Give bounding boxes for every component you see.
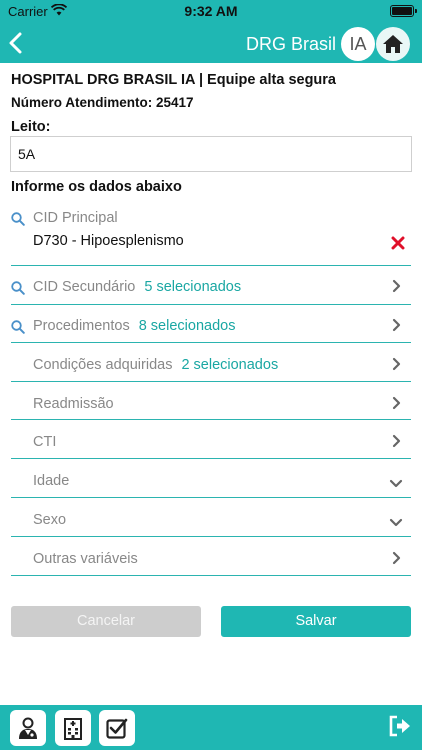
chevron-right-icon: [392, 318, 401, 337]
condicoes-label: Condições adquiridas: [33, 357, 173, 373]
chevron-down-icon: [389, 514, 403, 532]
search-icon: [11, 281, 25, 300]
cti-row[interactable]: CTI: [11, 420, 411, 459]
leito-input[interactable]: [10, 136, 412, 172]
tab-hospital[interactable]: [55, 710, 91, 746]
logout-icon: [389, 715, 410, 737]
cti-label: CTI: [33, 434, 57, 450]
form-title: Informe os dados abaixo: [11, 179, 182, 195]
chevron-right-icon: [392, 551, 401, 570]
sexo-label: Sexo: [33, 512, 67, 528]
cid-secundario-count: 5 selecionados: [144, 279, 242, 295]
cid-principal-field[interactable]: CID Principal D730 - Hipoesplenismo: [11, 205, 411, 266]
cid-secundario-label: CID Secundário: [33, 279, 136, 295]
cid-principal-value: D730 - Hipoesplenismo: [33, 233, 184, 249]
status-time: 9:32 AM: [184, 3, 238, 19]
procedimentos-count: 8 selecionados: [138, 318, 236, 334]
tab-checklist[interactable]: [99, 710, 135, 746]
outras-variaveis-row[interactable]: Outras variáveis: [11, 537, 411, 576]
bottom-tab-bar: [0, 705, 422, 750]
search-icon: [11, 212, 25, 231]
cid-secundario-row[interactable]: CID Secundário 5 selecionados: [11, 266, 411, 305]
remove-icon[interactable]: [391, 236, 405, 255]
chevron-right-icon: [392, 434, 401, 453]
top-bar: Carrier 9:32 AM DRG Brasil IA: [0, 0, 422, 63]
hospital-icon: [64, 718, 82, 740]
save-button[interactable]: Salvar: [221, 606, 411, 637]
chevron-down-icon: [389, 475, 403, 493]
outras-label: Outras variáveis: [33, 551, 138, 567]
idade-label: Idade: [33, 473, 70, 489]
battery-icon: [390, 5, 417, 17]
logout-button[interactable]: [388, 714, 412, 743]
back-button[interactable]: [6, 31, 26, 55]
nav-title: DRG Brasil: [245, 34, 336, 54]
checkbox-icon: [106, 718, 128, 739]
chevron-right-icon: [392, 279, 401, 298]
condicoes-row[interactable]: Condições adquiridas 2 selecionados: [11, 343, 411, 382]
readmissao-label: Readmissão: [33, 396, 114, 412]
chevron-right-icon: [392, 396, 401, 415]
home-icon: [383, 35, 403, 53]
search-icon: [11, 320, 25, 339]
idade-row[interactable]: Idade: [11, 459, 411, 498]
chevron-right-icon: [392, 357, 401, 376]
tab-doctor[interactable]: [10, 710, 46, 746]
procedimentos-label: Procedimentos: [33, 318, 130, 334]
leito-label: Leito:: [11, 119, 51, 135]
home-button[interactable]: [376, 27, 410, 61]
cid-principal-label: CID Principal: [33, 210, 118, 226]
chevron-left-icon: [9, 32, 22, 54]
doctor-icon: [19, 717, 37, 739]
readmissao-row[interactable]: Readmissão: [11, 382, 411, 420]
status-bar: Carrier 9:32 AM: [0, 0, 422, 24]
procedimentos-row[interactable]: Procedimentos 8 selecionados: [11, 305, 411, 343]
sexo-row[interactable]: Sexo: [11, 498, 411, 537]
hospital-name: HOSPITAL DRG BRASIL IA | Equipe alta seg…: [11, 72, 336, 88]
cancel-button[interactable]: Cancelar: [11, 606, 201, 637]
ia-badge[interactable]: IA: [341, 27, 375, 61]
atendimento-number: Número Atendimento: 25417: [11, 95, 194, 110]
condicoes-count: 2 selecionados: [181, 357, 279, 373]
